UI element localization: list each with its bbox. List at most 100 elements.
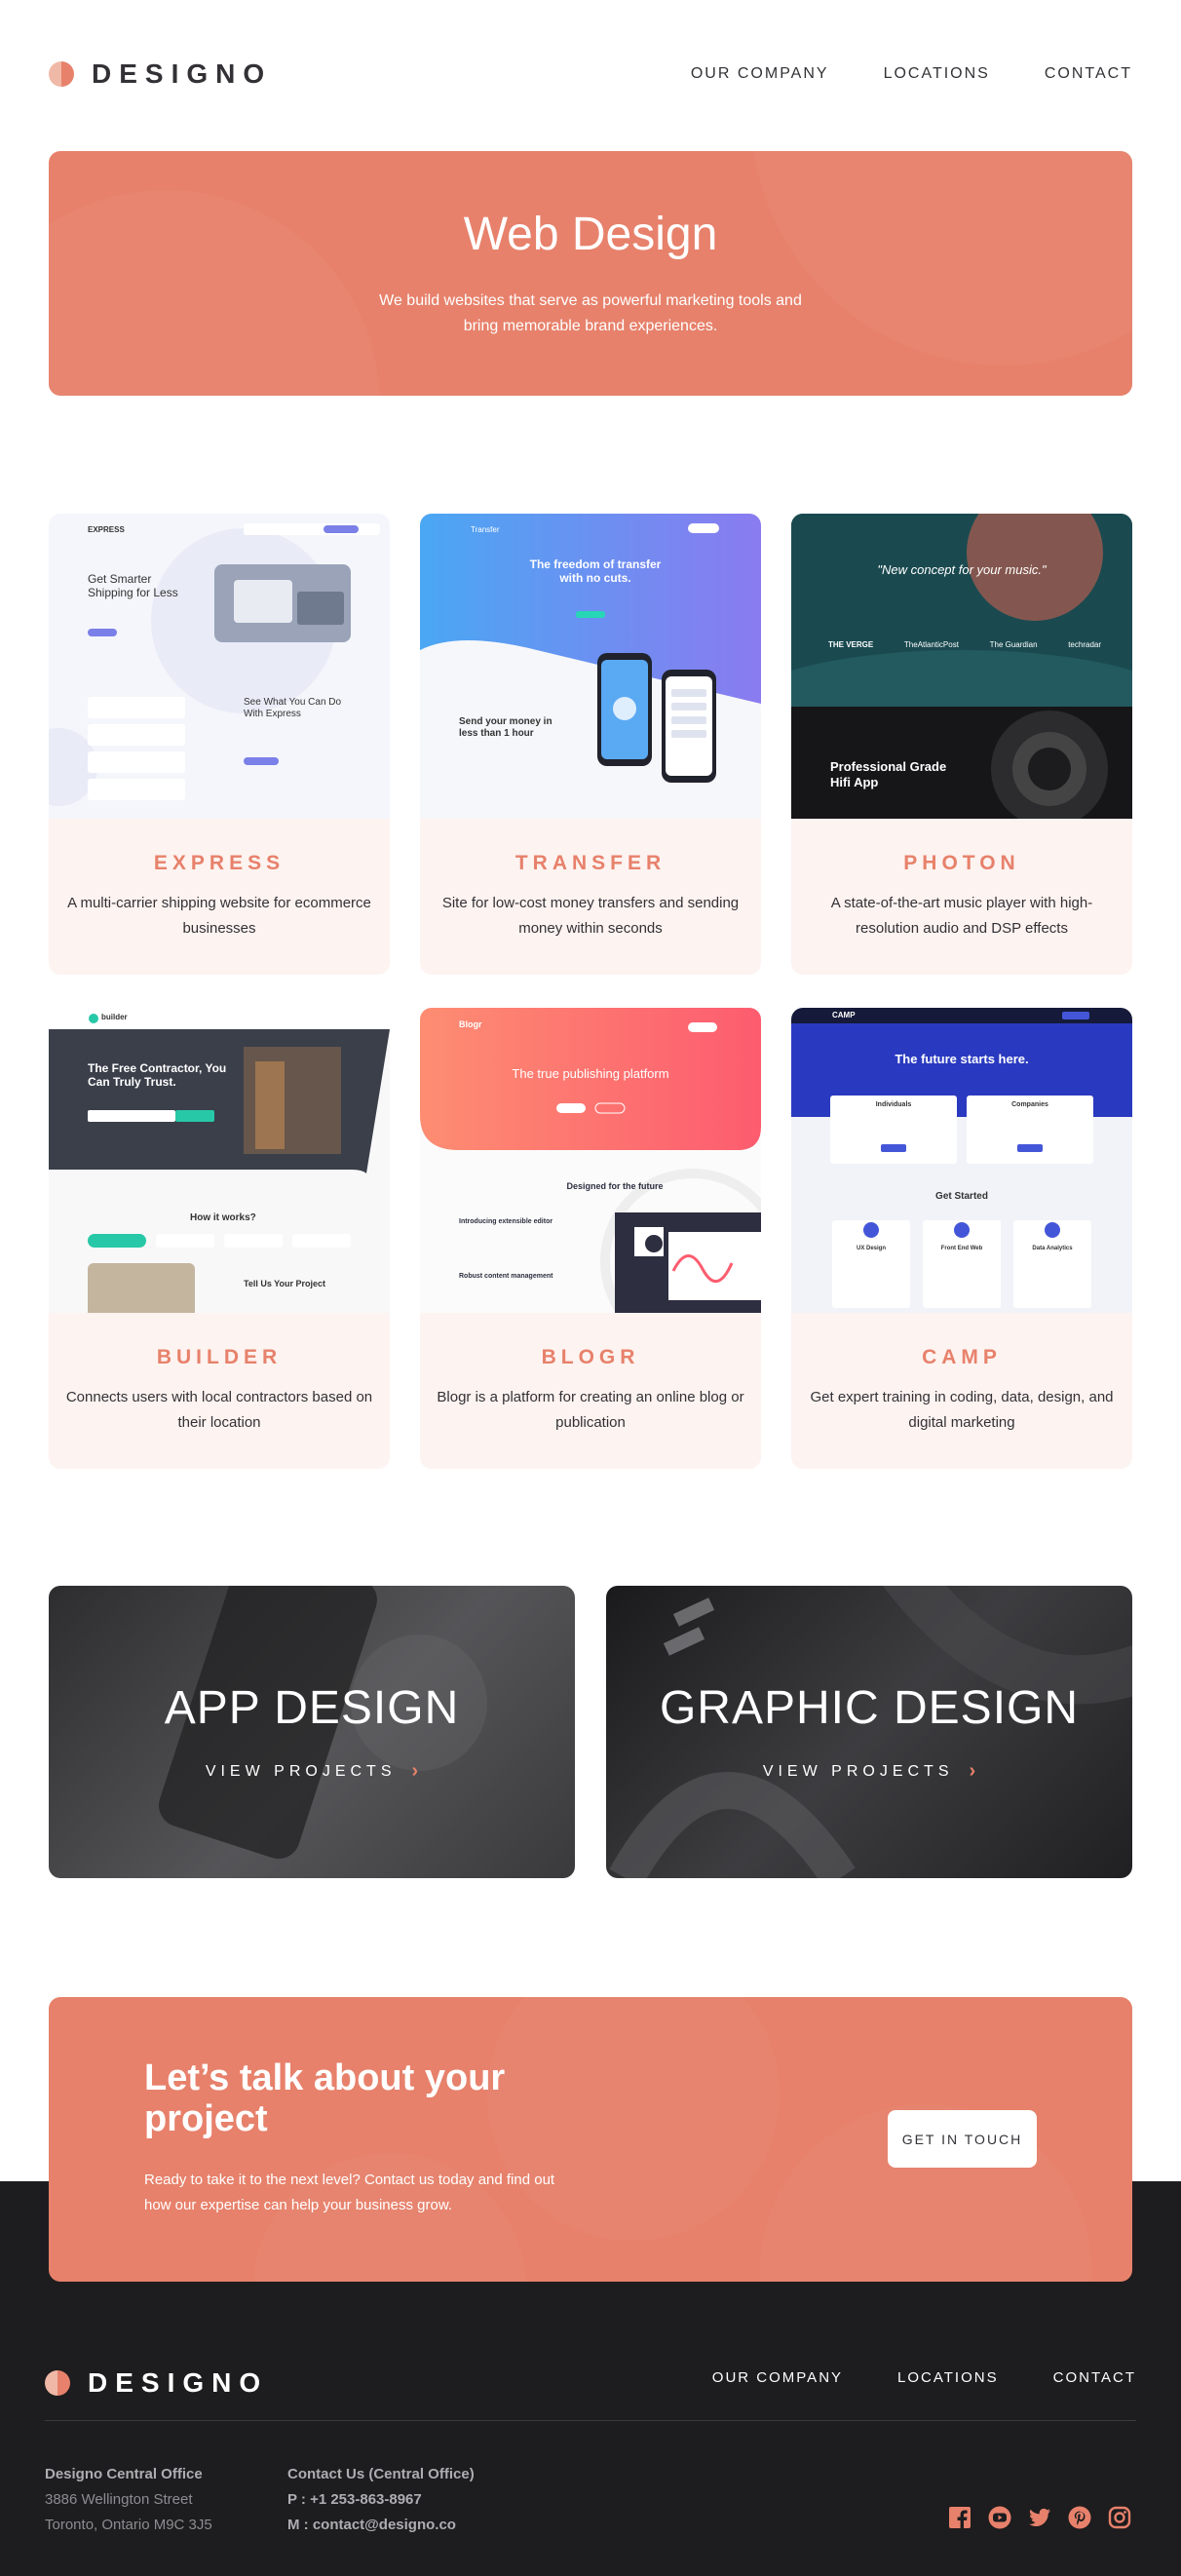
logo-text: DESIGNO bbox=[88, 2367, 269, 2398]
card-title: BUILDER bbox=[156, 1346, 283, 1368]
thumb-subheadline: Designed for the future bbox=[566, 1181, 664, 1191]
thumb-headline: The future starts here. bbox=[895, 1052, 1029, 1066]
thumb-subheadline: Get Started bbox=[935, 1191, 988, 1202]
project-card-express[interactable]: EXPRESS Get Smarter Shipping for Less Se… bbox=[49, 514, 390, 975]
contact-phone[interactable]: P : +1 253-863-8967 bbox=[287, 2491, 422, 2508]
contact-email[interactable]: M : contact@designo.co bbox=[287, 2517, 456, 2533]
office-address-line2: Toronto, Ontario M9C 3J5 bbox=[45, 2517, 212, 2533]
thumb-subheadline: Professional Grade Hifi App bbox=[830, 759, 947, 789]
thumb-col-label: Individuals bbox=[875, 1101, 912, 1108]
pinterest-icon[interactable] bbox=[1067, 2505, 1092, 2530]
thumb-subheadline: See What You Can Do With Express bbox=[244, 697, 342, 719]
chevron-right-icon: › bbox=[411, 1760, 419, 1782]
thumb-col-label: Companies bbox=[1011, 1101, 1048, 1108]
card-title: BLOGR bbox=[541, 1346, 640, 1368]
thumb-brand: builder bbox=[101, 1013, 128, 1021]
project-thumbnail: CAMP The future starts here. Individuals… bbox=[791, 1008, 1132, 1313]
youtube-icon[interactable] bbox=[987, 2505, 1012, 2530]
category-graphic-design[interactable]: GRAPHIC DESIGN VIEW PROJECTS › bbox=[606, 1586, 1132, 1878]
thumb-headline: Get Smarter Shipping for Less bbox=[88, 572, 178, 599]
card-title: TRANSFER bbox=[514, 852, 667, 874]
footer-logo[interactable]: DESIGNO bbox=[45, 2367, 268, 2399]
view-projects-label: VIEW PROJECTS bbox=[205, 1762, 397, 1780]
press-logos: THE VERGE TheAtlanticPost The Guardian t… bbox=[828, 640, 1101, 649]
view-projects-label: VIEW PROJECTS bbox=[762, 1762, 954, 1780]
view-projects-link[interactable]: VIEW PROJECTS › bbox=[206, 1760, 418, 1783]
hero-text: We build websites that serve as powerful… bbox=[379, 292, 802, 334]
thumb-subheadline: Send your money in less than 1 hour bbox=[459, 716, 552, 739]
project-thumbnail: EXPRESS Get Smarter Shipping for Less Se… bbox=[49, 514, 390, 819]
category-title: APP DESIGN bbox=[164, 1682, 460, 1734]
site-header: DESIGNO OUR COMPANY LOCATIONS CONTACT bbox=[49, 55, 1132, 94]
logo[interactable]: DESIGNO bbox=[49, 58, 272, 90]
project-card-blogr[interactable]: Blogr The true publishing platform Desig… bbox=[420, 1008, 761, 1469]
card-body: BUILDER Connects users with local contra… bbox=[49, 1313, 390, 1469]
footer-office: Designo Central Office 3886 Wellington S… bbox=[45, 2462, 212, 2538]
card-description: Site for low-cost money transfers and se… bbox=[441, 895, 740, 937]
logo-text: DESIGNO bbox=[92, 58, 273, 89]
project-thumbnail: Transfer The freedom of transfer with no… bbox=[420, 514, 761, 819]
card-description: Connects users with local contractors ba… bbox=[65, 1389, 373, 1431]
project-card-photon[interactable]: "New concept for your music." THE VERGE … bbox=[791, 514, 1132, 975]
project-thumbnail: builder The Free Contractor, You Can Tru… bbox=[49, 1008, 390, 1313]
chevron-right-icon: › bbox=[969, 1760, 976, 1782]
main-nav: OUR COMPANY LOCATIONS CONTACT bbox=[691, 65, 1132, 83]
press-logo: THE VERGE bbox=[828, 640, 874, 649]
footer-nav-our-company[interactable]: OUR COMPANY bbox=[712, 2369, 843, 2386]
thumb-headline: "New concept for your music." bbox=[877, 562, 1047, 577]
facebook-icon[interactable] bbox=[947, 2505, 972, 2530]
project-card-transfer[interactable]: Transfer The freedom of transfer with no… bbox=[420, 514, 761, 975]
instagram-icon[interactable] bbox=[1107, 2505, 1132, 2530]
footer-nav: OUR COMPANY LOCATIONS CONTACT bbox=[712, 2369, 1136, 2386]
press-logo: techradar bbox=[1068, 640, 1101, 649]
footer-nav-contact[interactable]: CONTACT bbox=[1053, 2369, 1136, 2386]
project-card-builder[interactable]: builder The Free Contractor, You Can Tru… bbox=[49, 1008, 390, 1469]
card-body: PHOTON A state-of-the-art music player w… bbox=[791, 819, 1132, 975]
cta-banner: Let’s talk about your project Ready to t… bbox=[49, 1997, 1132, 2282]
get-in-touch-button[interactable]: GET IN TOUCH bbox=[888, 2110, 1037, 2168]
thumb-headline: The true publishing platform bbox=[512, 1066, 669, 1081]
thumb-subheadline: How it works? bbox=[190, 1212, 256, 1223]
nav-contact[interactable]: CONTACT bbox=[1045, 65, 1132, 83]
twitter-icon[interactable] bbox=[1027, 2505, 1052, 2530]
card-body: TRANSFER Site for low-cost money transfe… bbox=[420, 819, 761, 975]
office-title: Designo Central Office bbox=[45, 2466, 203, 2482]
card-description: Get expert training in coding, data, des… bbox=[810, 1389, 1114, 1431]
nav-our-company[interactable]: OUR COMPANY bbox=[691, 65, 829, 83]
project-thumbnail: Blogr The true publishing platform Desig… bbox=[420, 1008, 761, 1313]
thumb-track: UX Design bbox=[856, 1246, 886, 1251]
logo-mark-icon bbox=[45, 2370, 70, 2396]
card-title: CAMP bbox=[922, 1346, 1002, 1368]
thumb-brand: Transfer bbox=[471, 525, 500, 534]
footer-nav-locations[interactable]: LOCATIONS bbox=[897, 2369, 999, 2386]
social-links bbox=[947, 2505, 1132, 2530]
category-app-design[interactable]: APP DESIGN VIEW PROJECTS › bbox=[49, 1586, 575, 1878]
project-thumbnail: "New concept for your music." THE VERGE … bbox=[791, 514, 1132, 819]
office-address-line1: 3886 Wellington Street bbox=[45, 2491, 193, 2508]
thumb-brand: EXPRESS bbox=[88, 525, 125, 534]
card-description: A multi-carrier shipping website for eco… bbox=[67, 895, 371, 937]
page-title: Web Design bbox=[463, 209, 718, 260]
thumb-track: Data Analytics bbox=[1032, 1246, 1073, 1251]
project-card-camp[interactable]: CAMP The future starts here. Individuals… bbox=[791, 1008, 1132, 1469]
cta-title: Let’s talk about your project bbox=[144, 2057, 506, 2139]
card-body: CAMP Get expert training in coding, data… bbox=[791, 1313, 1132, 1469]
nav-locations[interactable]: LOCATIONS bbox=[884, 65, 990, 83]
thumb-subheadline-2: Tell Us Your Project bbox=[244, 1279, 326, 1288]
card-body: BLOGR Blogr is a platform for creating a… bbox=[420, 1313, 761, 1469]
thumb-headline: The freedom of transfer with no cuts. bbox=[529, 557, 662, 585]
category-title: GRAPHIC DESIGN bbox=[659, 1682, 1080, 1734]
hero-bg-circles bbox=[49, 151, 1132, 396]
card-title: EXPRESS bbox=[153, 852, 286, 874]
page: DESIGNO OUR COMPANY LOCATIONS CONTACT We… bbox=[0, 0, 1181, 2576]
contact-title: Contact Us (Central Office) bbox=[287, 2466, 475, 2482]
category-links: APP DESIGN VIEW PROJECTS › GRAPHIC DESIG… bbox=[49, 1586, 1132, 1878]
card-description: Blogr is a platform for creating an onli… bbox=[437, 1389, 744, 1431]
logo-mark-icon bbox=[49, 61, 74, 87]
thumb-brand: Blogr bbox=[459, 1019, 482, 1029]
card-body: EXPRESS A multi-carrier shipping website… bbox=[49, 819, 390, 975]
thumb-subheadline-2: Introducing extensible editor bbox=[459, 1218, 553, 1225]
view-projects-link[interactable]: VIEW PROJECTS › bbox=[763, 1760, 975, 1783]
card-description: A state-of-the-art music player with hig… bbox=[830, 895, 1093, 937]
press-logo: TheAtlanticPost bbox=[903, 640, 959, 649]
